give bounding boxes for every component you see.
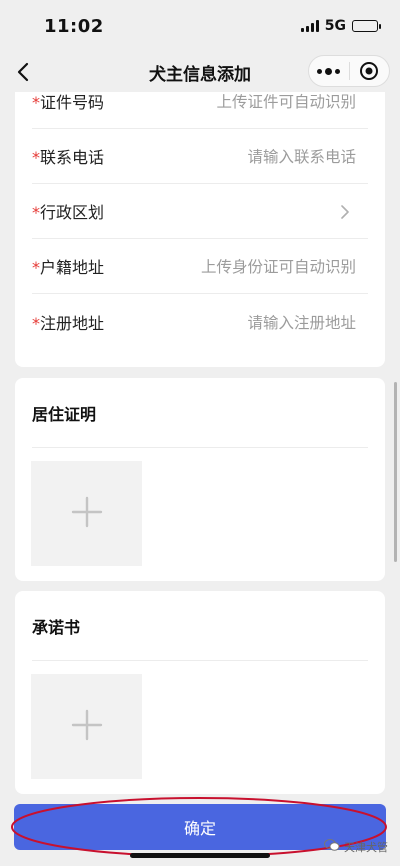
nav-bar: 犬主信息添加: [0, 52, 400, 92]
commitment-letter-upload-button[interactable]: [31, 674, 142, 779]
household-address-field[interactable]: *户籍地址 上传身份证可自动识别: [32, 239, 368, 294]
commitment-letter-card: 承诺书: [15, 591, 385, 794]
target-circle-icon[interactable]: [350, 56, 390, 86]
mini-program-capsule: [308, 55, 390, 87]
required-mark: *: [32, 203, 40, 222]
scrollbar[interactable]: [394, 382, 397, 562]
network-type: 5G: [324, 18, 346, 34]
status-bar: 11:02 5G: [0, 0, 400, 52]
registered-address-label: *注册地址: [32, 310, 104, 334]
household-address-placeholder: 上传身份证可自动识别: [200, 258, 356, 276]
plus-icon: [70, 708, 104, 746]
phone-field[interactable]: *联系电话 请输入联系电话: [32, 129, 368, 184]
owner-info-form: *证件号码 上传证件可自动识别 *联系电话 请输入联系电话 *行政区划 *户籍地…: [15, 92, 385, 367]
battery-icon: [352, 20, 381, 32]
phone-label: *联系电话: [32, 144, 104, 168]
more-dots-icon[interactable]: [309, 56, 349, 86]
status-time: 11:02: [44, 15, 104, 37]
residence-proof-card: 居住证明: [15, 378, 385, 581]
registered-address-placeholder: 请输入注册地址: [247, 313, 356, 332]
back-icon[interactable]: [14, 60, 34, 84]
phone-placeholder: 请输入联系电话: [247, 148, 356, 166]
home-indicator: [130, 853, 270, 858]
commitment-letter-title: 承诺书: [32, 591, 368, 661]
watermark-text: 天津犬管: [344, 840, 388, 854]
wechat-icon: [324, 838, 340, 855]
registered-address-field[interactable]: *注册地址 请输入注册地址: [32, 294, 368, 349]
required-mark: *: [32, 93, 40, 112]
status-icons: 5G: [300, 18, 381, 34]
plus-icon: [70, 495, 104, 533]
household-address-label: *户籍地址: [32, 254, 104, 278]
watermark: 天津犬管: [324, 838, 388, 855]
required-mark: *: [32, 148, 40, 167]
phone-label-text: 联系电话: [40, 148, 105, 167]
required-mark: *: [32, 313, 40, 333]
id-number-field[interactable]: *证件号码 上传证件可自动识别: [32, 92, 368, 129]
chevron-right-icon: [340, 204, 350, 219]
registered-address-label-text: 注册地址: [40, 313, 105, 333]
id-number-label-text: 证件号码: [40, 93, 105, 112]
district-selector[interactable]: *行政区划: [32, 184, 368, 239]
residence-proof-upload-button[interactable]: [31, 461, 142, 566]
district-label: *行政区划: [32, 199, 104, 223]
district-label-text: 行政区划: [40, 203, 105, 222]
residence-proof-title: 居住证明: [32, 378, 368, 448]
required-mark: *: [32, 258, 40, 277]
id-number-label: *证件号码: [32, 92, 104, 113]
id-number-placeholder: 上传证件可自动识别: [216, 93, 356, 111]
household-address-label-text: 户籍地址: [40, 258, 105, 277]
page-content: *证件号码 上传证件可自动识别 *联系电话 请输入联系电话 *行政区划 *户籍地…: [0, 92, 400, 866]
page-title: 犬主信息添加: [149, 64, 251, 85]
signal-icon: [300, 20, 319, 32]
